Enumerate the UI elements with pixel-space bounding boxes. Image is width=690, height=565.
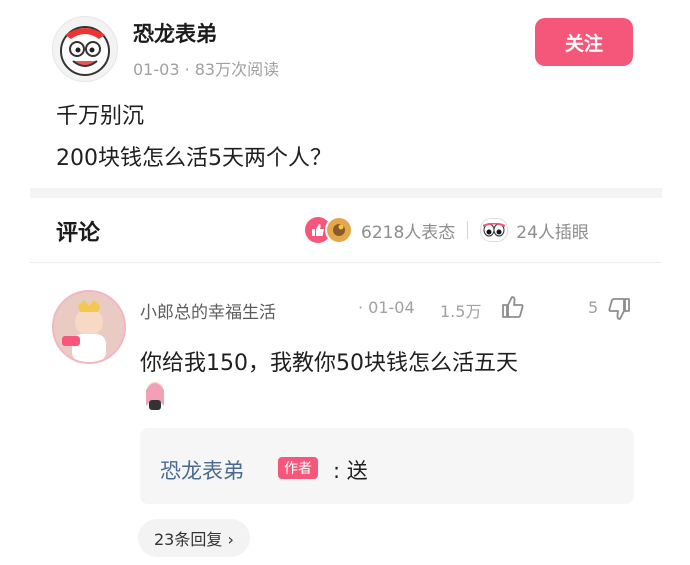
baby-avatar-icon bbox=[54, 292, 124, 362]
author-name[interactable]: 恐龙表弟 bbox=[133, 18, 217, 48]
follow-button[interactable]: 关注 bbox=[535, 18, 633, 66]
reply-author[interactable]: 恐龙表弟 bbox=[160, 455, 244, 485]
post-content-line: 200块钱怎么活5天两个人？ bbox=[56, 146, 332, 171]
thumb-down-icon[interactable] bbox=[606, 296, 632, 326]
reply-text: : 送 bbox=[333, 459, 368, 483]
comment-text: 你给我150，我教你50块钱怎么活五天 bbox=[140, 351, 518, 376]
author-badge: 作者 bbox=[278, 457, 318, 479]
thumb-up-icon[interactable] bbox=[500, 294, 526, 324]
post-meta: 01-03 · 83万次阅读 bbox=[133, 60, 280, 79]
divider bbox=[467, 221, 469, 239]
commenter-name[interactable]: 小郎总的幸福生活 bbox=[140, 298, 276, 323]
cartoon-avatar-icon bbox=[60, 26, 110, 76]
sticker-icon bbox=[142, 380, 168, 410]
view-replies-button[interactable]: 23条回复 › bbox=[138, 519, 250, 557]
emoji-reaction-icon bbox=[325, 216, 353, 244]
comment-date: · 01-04 bbox=[358, 298, 415, 317]
reactions-count: 6218人表态 bbox=[361, 222, 456, 243]
reactions-bar[interactable]: 6218人表态 24人插眼 bbox=[305, 214, 589, 246]
divider bbox=[30, 262, 662, 263]
comment-dislike-count: 5 bbox=[588, 298, 599, 317]
author-avatar[interactable] bbox=[52, 16, 118, 82]
section-divider bbox=[30, 188, 662, 198]
commenter-avatar[interactable] bbox=[52, 290, 126, 364]
comment-like-count: 1.5万 bbox=[440, 302, 482, 321]
comments-title: 评论 bbox=[56, 221, 101, 246]
eyes-icon bbox=[480, 218, 509, 242]
post-content-line: 千万别沉 bbox=[56, 104, 145, 129]
plugs-count: 24人插眼 bbox=[516, 222, 589, 243]
